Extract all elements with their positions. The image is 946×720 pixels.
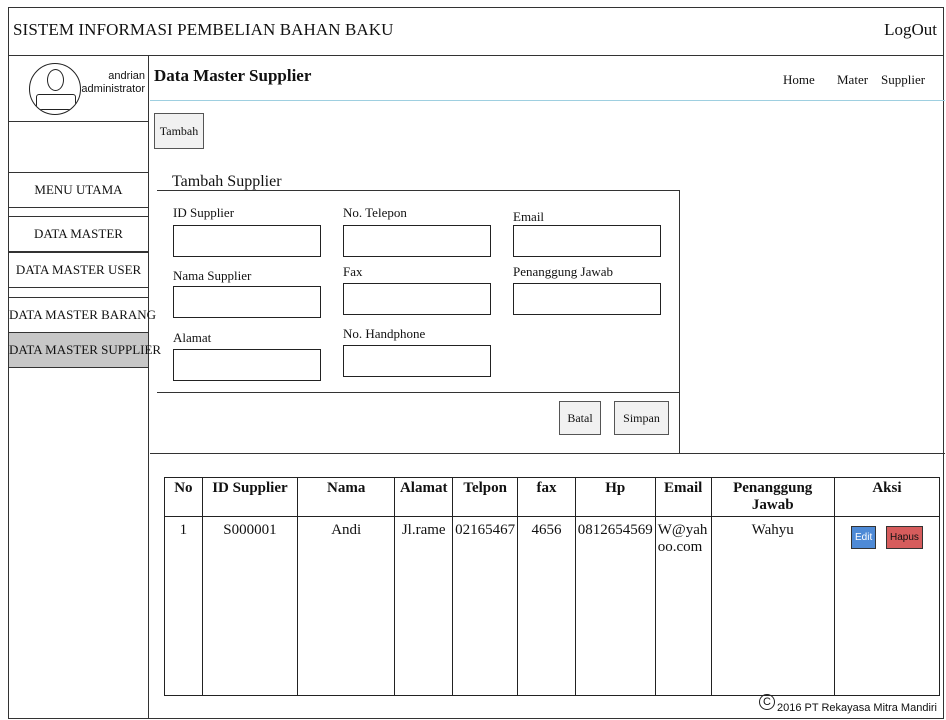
- email-label: Email: [513, 209, 545, 224]
- copyright-icon: C: [759, 694, 776, 710]
- nama-supplier-input[interactable]: [173, 286, 321, 318]
- id-supplier-label: ID Supplier: [173, 205, 235, 220]
- alamat-input[interactable]: [173, 349, 321, 381]
- cell-hp: 0812654569: [574, 516, 656, 696]
- no-telepon-label: No. Telepon: [343, 205, 407, 220]
- avatar-head: [47, 69, 64, 91]
- top-bar: SISTEM INFORMASI PEMBELIAN BAHAN BAKU Lo…: [9, 8, 943, 56]
- column-header: Penanggung Jawab: [710, 477, 835, 517]
- add-button[interactable]: Tambah: [154, 113, 204, 149]
- avatar-icon: [29, 63, 81, 115]
- alamat-label: Alamat: [173, 330, 212, 345]
- fax-input[interactable]: [343, 283, 491, 315]
- column-header: Email: [654, 477, 712, 517]
- user-role: administrator: [81, 83, 145, 95]
- cell-fax: 4656: [517, 516, 576, 696]
- cell-id-supplier: S000001: [201, 516, 299, 696]
- footer: C 2016 PT Rekayasa Mitra Mandiri: [759, 694, 937, 716]
- cell-penanggung-jawab: Wahyu: [710, 516, 835, 696]
- fax-label: Fax: [343, 264, 363, 279]
- section-divider: [150, 453, 945, 454]
- cell-alamat: Jl.rame: [394, 516, 454, 696]
- table-row: 1 S000001 Andi Jl.rame 02165467 4656 081…: [164, 516, 941, 696]
- footer-text: 2016 PT Rekayasa Mitra Mandiri: [777, 702, 937, 714]
- cancel-button[interactable]: Batal: [559, 401, 601, 435]
- id-supplier-input[interactable]: [173, 225, 321, 257]
- nama-supplier-label: Nama Supplier: [173, 268, 252, 283]
- cell-no: 1: [164, 516, 203, 696]
- breadcrumb-home[interactable]: Home: [783, 72, 815, 88]
- breadcrumb-master[interactable]: Mater: [837, 72, 868, 88]
- form-title: Tambah Supplier: [172, 173, 282, 190]
- table-header-row: No ID Supplier Nama Alamat Telpon fax Hp…: [164, 477, 941, 517]
- user-panel: andrian administrator: [9, 56, 148, 122]
- user-name: andrian: [108, 70, 145, 82]
- sidebar-item-data-master-supplier[interactable]: DATA MASTER SUPPLIER: [9, 332, 161, 368]
- column-header: Aksi: [833, 477, 941, 517]
- save-button[interactable]: Simpan: [614, 401, 669, 435]
- column-header: Nama: [297, 477, 396, 517]
- sidebar-item-menu-utama[interactable]: MENU UTAMA: [9, 172, 148, 208]
- page-title: Data Master Supplier: [154, 66, 312, 85]
- no-handphone-input[interactable]: [343, 345, 491, 377]
- column-header: Hp: [574, 477, 656, 517]
- no-handphone-label: No. Handphone: [343, 326, 426, 341]
- cell-email: W@yahoo.com: [654, 516, 712, 696]
- column-header: ID Supplier: [201, 477, 299, 517]
- supplier-table: No ID Supplier Nama Alamat Telpon fax Hp…: [164, 477, 941, 696]
- cell-nama: Andi: [297, 516, 396, 696]
- penanggung-jawab-input[interactable]: [513, 283, 661, 315]
- app-window: SISTEM INFORMASI PEMBELIAN BAHAN BAKU Lo…: [8, 7, 945, 719]
- app-title: SISTEM INFORMASI PEMBELIAN BAHAN BAKU: [13, 20, 394, 39]
- penanggung-jawab-label: Penanggung Jawab: [513, 264, 614, 279]
- form-footer-divider: [157, 392, 680, 393]
- logout-link[interactable]: LogOut: [884, 20, 937, 40]
- sidebar-item-data-master-barang[interactable]: DATA MASTER BARANG: [9, 297, 156, 333]
- column-header: Alamat: [394, 477, 454, 517]
- cell-aksi: Edit Hapus: [833, 516, 941, 696]
- breadcrumb-supplier[interactable]: Supplier: [881, 72, 925, 88]
- sidebar: andrian administrator MENU UTAMA DATA MA…: [9, 56, 161, 719]
- sidebar-item-data-master-user[interactable]: DATA MASTER USER: [9, 252, 148, 288]
- sidebar-item-data-master[interactable]: DATA MASTER: [9, 216, 148, 252]
- delete-button[interactable]: Hapus: [885, 526, 923, 549]
- edit-button[interactable]: Edit: [851, 526, 877, 549]
- email-input[interactable]: [513, 225, 661, 257]
- header-divider: [150, 100, 945, 101]
- column-header: fax: [517, 477, 576, 517]
- cell-telpon: 02165467: [452, 516, 519, 696]
- avatar-body: [36, 94, 76, 110]
- column-header: No: [164, 477, 203, 517]
- no-telepon-input[interactable]: [343, 225, 491, 257]
- column-header: Telpon: [452, 477, 519, 517]
